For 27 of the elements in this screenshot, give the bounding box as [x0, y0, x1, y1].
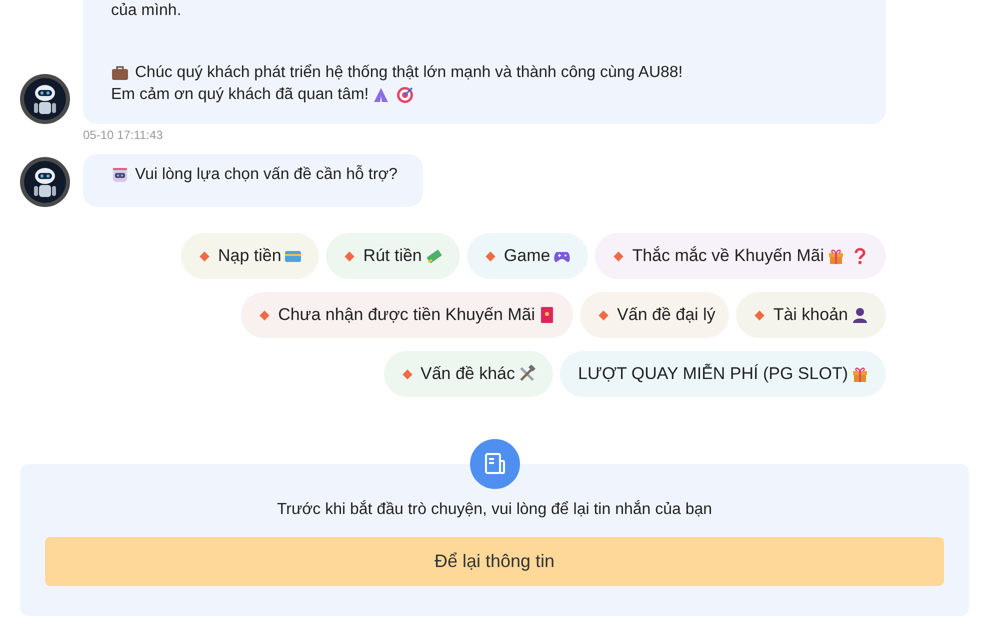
option-chip[interactable]: Game — [466, 233, 588, 279]
robot-avatar — [20, 74, 70, 124]
option-chip[interactable]: Vấn đề đại lý — [580, 292, 730, 338]
notice-text: Trước khi bắt đầu trò chuyện, vui lòng để lại tin nhắn của bạn — [276, 499, 712, 520]
option-chip[interactable]: Chưa nhận được tiền Khuyến Mãi — [241, 292, 574, 338]
option-chip[interactable]: LƯỢT QUAY MIỄN PHÍ (PG SLOT) — [560, 351, 886, 397]
message-text: Em cảm ơn quý khách đã quan tâm! — [111, 85, 369, 105]
message-text: của mình. — [111, 1, 182, 21]
person-icon — [851, 306, 869, 324]
option-chip[interactable]: Thắc mắc về Khuyến Mãi — [595, 233, 886, 279]
hammer-wrench-icon — [518, 365, 536, 383]
robot-icon — [111, 166, 129, 184]
message-text: Vui lòng lựa chọn vấn đề cần hỗ trợ? — [135, 164, 398, 185]
option-chip[interactable]: Vấn đề khác — [384, 351, 554, 397]
gift-icon — [827, 247, 845, 265]
option-chip[interactable]: Rút tiền — [326, 233, 460, 279]
target-icon — [396, 86, 414, 104]
message-timestamp: 05-10 17:11:43 — [83, 127, 164, 144]
briefcase-icon — [111, 64, 129, 82]
money-icon — [424, 247, 443, 265]
document-icon — [470, 439, 520, 489]
robot-avatar — [20, 157, 70, 207]
option-chip[interactable]: Tài khoản — [736, 292, 886, 338]
message-text: Chúc quý khách phát triển hệ thống thật lớn mạnh và thành công cùng AU88! — [135, 63, 683, 83]
option-chip[interactable]: Nạp tiền — [180, 233, 320, 279]
gift-icon — [851, 365, 869, 383]
leave-info-button[interactable]: Để lại thông tin — [45, 537, 944, 586]
